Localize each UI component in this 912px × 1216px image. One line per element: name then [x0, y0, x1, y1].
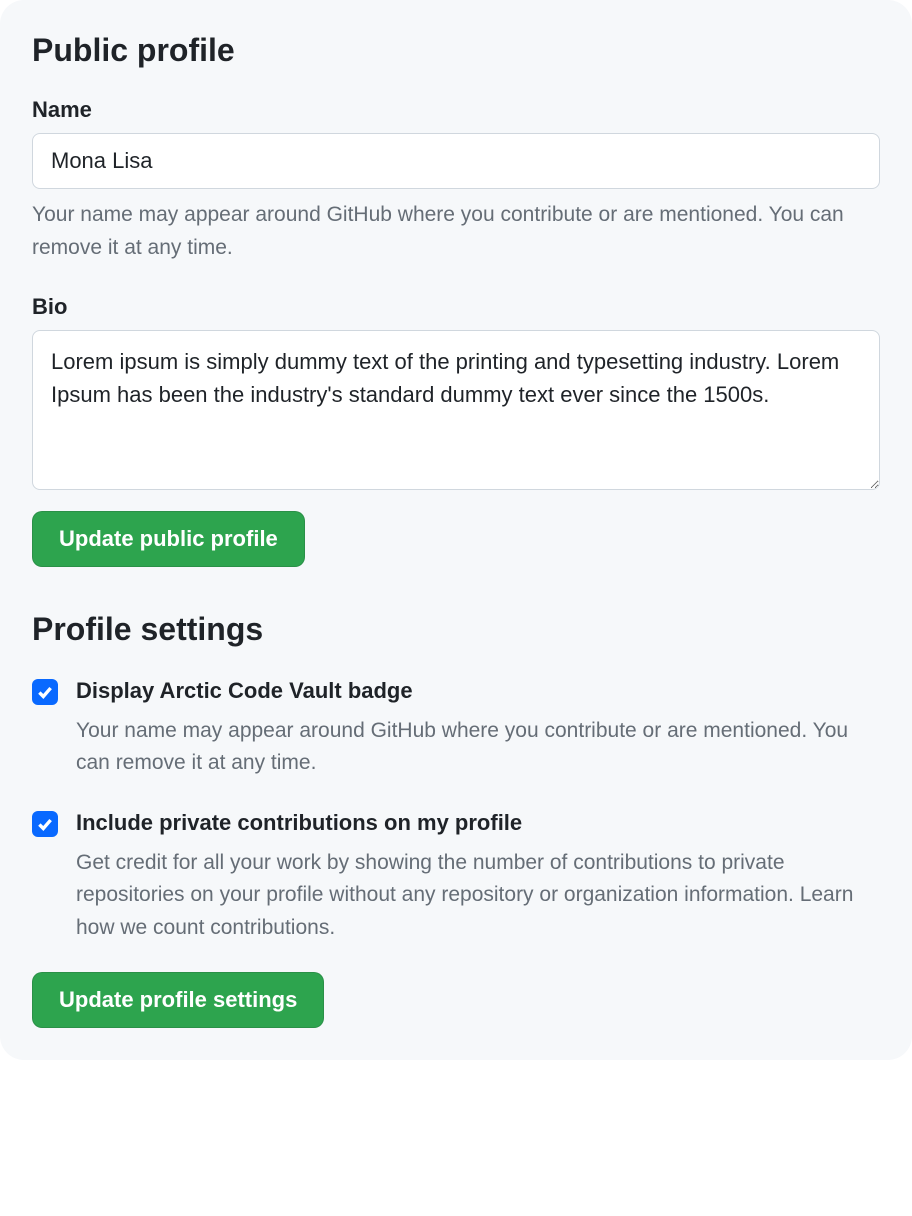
- arctic-badge-checkbox[interactable]: [32, 679, 58, 705]
- private-contributions-checkbox[interactable]: [32, 811, 58, 837]
- bio-textarea[interactable]: [32, 330, 880, 490]
- private-contributions-help: Get credit for all your work by showing …: [76, 847, 880, 945]
- private-contributions-setting: Include private contributions on my prof…: [32, 808, 880, 944]
- private-contributions-label: Include private contributions on my prof…: [76, 808, 880, 839]
- update-profile-settings-button[interactable]: Update profile settings: [32, 972, 324, 1028]
- update-public-profile-button[interactable]: Update public profile: [32, 511, 305, 567]
- arctic-badge-setting: Display Arctic Code Vault badge Your nam…: [32, 676, 880, 780]
- bio-label: Bio: [32, 294, 880, 320]
- check-icon: [36, 683, 54, 701]
- name-label: Name: [32, 97, 880, 123]
- profile-settings-heading: Profile settings: [32, 611, 880, 648]
- name-input[interactable]: [32, 133, 880, 189]
- profile-settings-card: Public profile Name Your name may appear…: [0, 0, 912, 1060]
- name-help-text: Your name may appear around GitHub where…: [32, 199, 880, 264]
- private-contributions-content: Include private contributions on my prof…: [76, 808, 880, 944]
- arctic-badge-help: Your name may appear around GitHub where…: [76, 715, 880, 780]
- bio-field-group: Bio: [32, 294, 880, 495]
- arctic-badge-label: Display Arctic Code Vault badge: [76, 676, 880, 707]
- arctic-badge-content: Display Arctic Code Vault badge Your nam…: [76, 676, 880, 780]
- public-profile-heading: Public profile: [32, 32, 880, 69]
- name-field-group: Name Your name may appear around GitHub …: [32, 97, 880, 264]
- check-icon: [36, 815, 54, 833]
